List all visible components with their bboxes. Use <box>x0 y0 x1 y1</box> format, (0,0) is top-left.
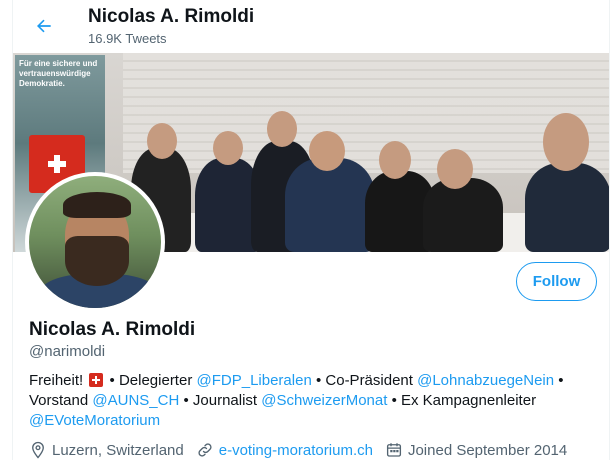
banner-head <box>437 149 473 189</box>
swiss-flag-icon <box>89 373 104 387</box>
banner-poster-text: Für eine sichere und vertrauenswürdige D… <box>19 59 98 88</box>
avatar-beard <box>65 236 129 286</box>
location-pin-icon <box>32 441 44 459</box>
location-text: Luzern, Switzerland <box>52 441 184 459</box>
bio-text: • Co-Präsident <box>315 372 413 389</box>
banner-head <box>267 111 297 147</box>
banner-wall <box>123 53 609 173</box>
bio-text: • Journalist <box>183 392 258 409</box>
location-item: Luzern, Switzerland <box>29 441 184 459</box>
profile-handle: @narimoldi <box>29 343 106 360</box>
swiss-cross-icon <box>46 153 68 175</box>
mention-link[interactable]: @LohnabzuegeNein <box>417 372 554 389</box>
profile-meta: Luzern, Switzerland e-voting-moratorium.… <box>29 440 579 460</box>
banner-person <box>423 178 503 252</box>
bio-text: • Delegierter <box>109 372 193 389</box>
banner-head <box>543 113 589 171</box>
arrow-left-icon <box>37 19 51 33</box>
banner-person <box>285 158 375 252</box>
profile-header-bar: Nicolas A. Rimoldi 16.9K Tweets <box>13 0 609 53</box>
back-button[interactable] <box>27 9 61 43</box>
website-link[interactable]: e-voting-moratorium.ch <box>219 442 373 459</box>
website-item[interactable]: e-voting-moratorium.ch <box>196 441 373 459</box>
banner-person <box>525 163 609 252</box>
calendar-icon <box>386 443 402 457</box>
profile-name: Nicolas A. Rimoldi <box>29 319 196 340</box>
mention-link[interactable]: @EVoteMoratorium <box>29 412 160 429</box>
profile-avatar[interactable] <box>25 172 165 312</box>
joined-text: Joined September 2014 <box>407 441 568 459</box>
tweet-count: 16.9K Tweets <box>88 31 167 46</box>
mention-link[interactable]: @AUNS_CH <box>92 392 179 409</box>
link-icon <box>198 443 212 457</box>
follow-button[interactable]: Follow <box>516 262 597 301</box>
banner-head <box>147 123 177 159</box>
mention-link[interactable]: @FDP_Liberalen <box>197 372 312 389</box>
banner-head <box>309 131 345 171</box>
joined-item: Joined September 2014 <box>385 441 567 459</box>
banner-head <box>379 141 411 179</box>
header-title: Nicolas A. Rimoldi <box>88 6 255 27</box>
profile-bio: Freiheit! • Delegierter @FDP_Liberalen •… <box>29 371 599 431</box>
mention-link[interactable]: @SchweizerMonat <box>261 392 387 409</box>
banner-head <box>213 131 243 165</box>
avatar-hair <box>63 192 131 218</box>
bio-text: Freiheit! <box>29 372 84 389</box>
profile-frame: Nicolas A. Rimoldi 16.9K Tweets Für eine… <box>12 0 610 460</box>
bio-text: • Ex Kampagnenleiter <box>391 392 537 409</box>
